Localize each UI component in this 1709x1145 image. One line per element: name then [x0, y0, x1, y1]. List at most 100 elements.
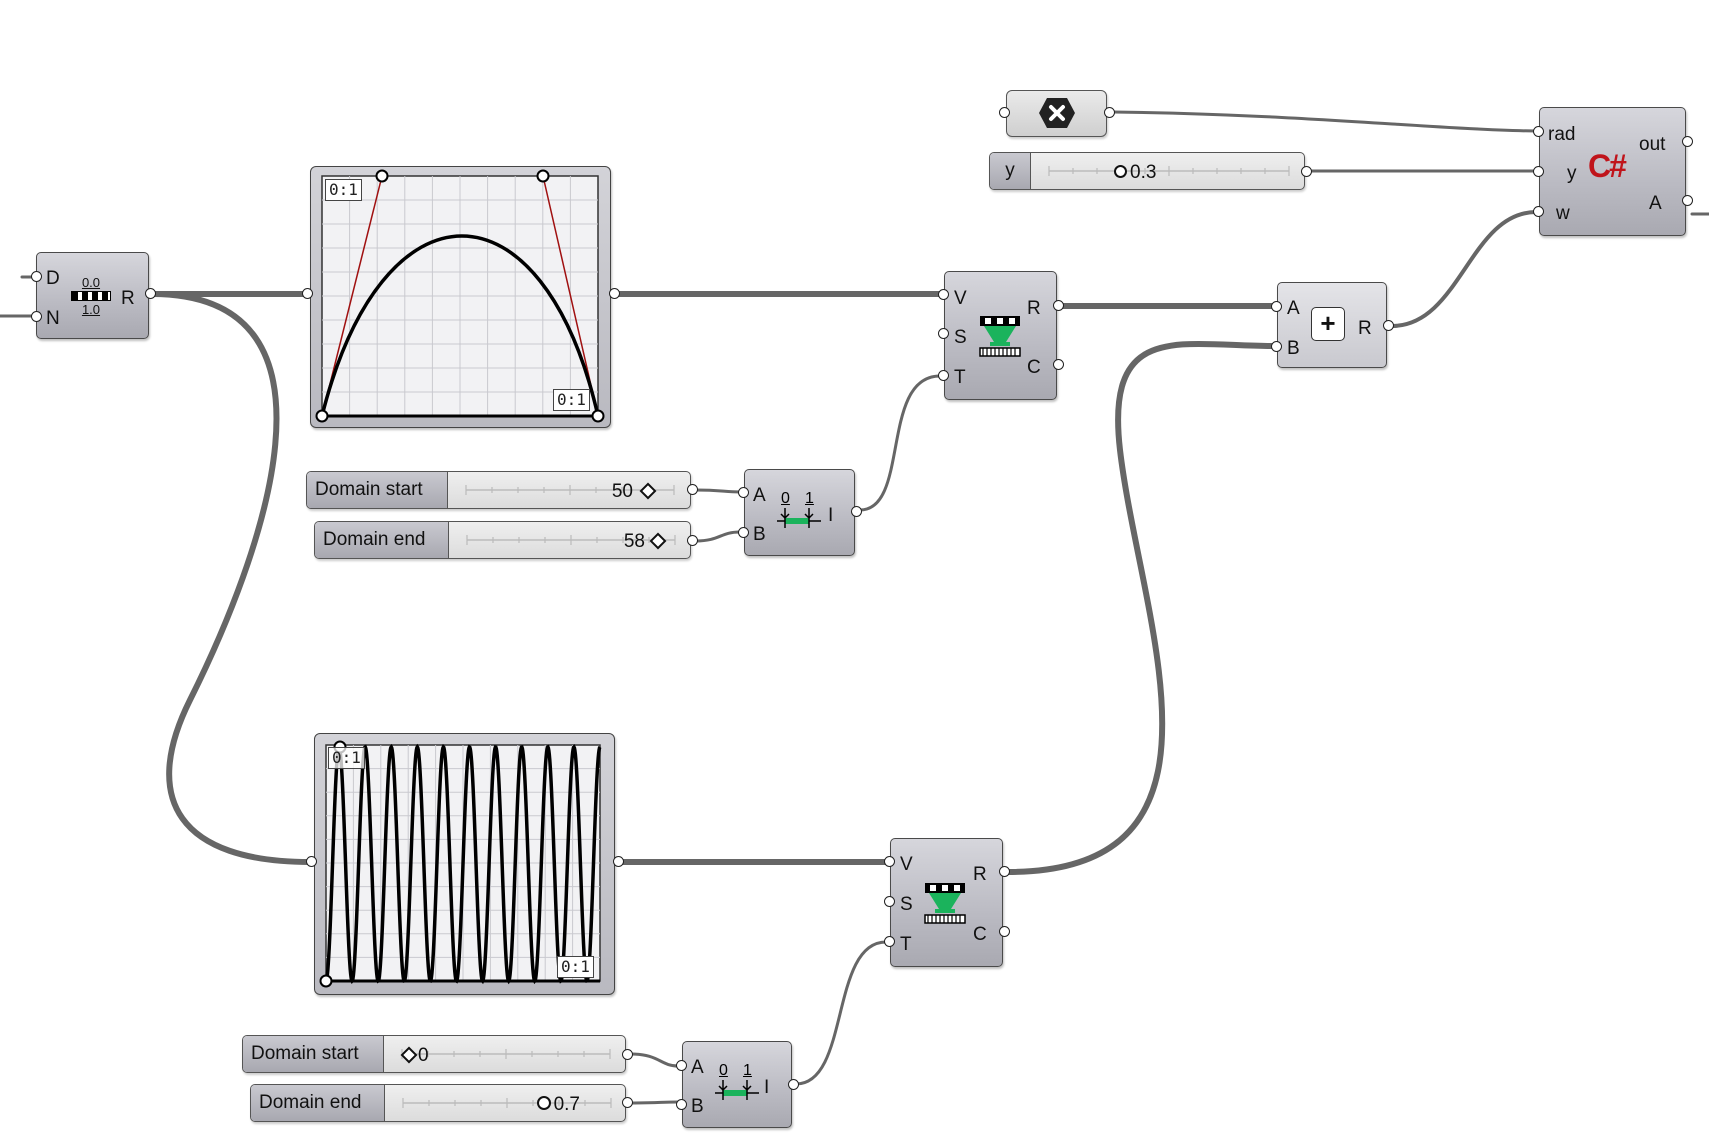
grip-graph2-in[interactable] [306, 856, 317, 867]
domain-end-slider-1[interactable]: Domain end 58 [314, 521, 691, 559]
wire [694, 488, 742, 494]
grip-eval1-v[interactable] [938, 289, 949, 300]
domain-start-slider-2[interactable]: Domain start 0 [242, 1035, 626, 1073]
slider-name: Domain start [243, 1036, 384, 1072]
slider-track[interactable] [1031, 153, 1305, 190]
slider-handle-circle-icon[interactable] [537, 1096, 551, 1110]
grip-eval2-c[interactable] [999, 926, 1010, 937]
grip-eval2-s[interactable] [884, 896, 895, 907]
addition-input-b: B [1287, 338, 1300, 359]
grip-remap-r[interactable] [145, 288, 156, 299]
construct-domain-icon: 0 1 [713, 1062, 761, 1102]
eval1-output-r: R [1027, 298, 1041, 319]
grip-toggle-out[interactable] [1104, 107, 1115, 118]
remap-icon-bar [71, 291, 111, 301]
grip-graph1-in[interactable] [302, 288, 313, 299]
y-slider[interactable]: y 0.3 [989, 152, 1305, 190]
slider-handle-circle-icon[interactable] [1114, 165, 1127, 178]
slider-value: 50 [611, 481, 633, 502]
output-r-label: R [121, 288, 135, 309]
evaluate-graph-icon [979, 316, 1021, 357]
grip-slider-start1[interactable] [687, 484, 698, 495]
grip-remap-n[interactable] [31, 311, 42, 322]
eval2-input-t: T [900, 934, 912, 955]
evaluate-component-1[interactable]: V S T R C [944, 271, 1057, 400]
boolean-toggle[interactable] [1006, 90, 1107, 137]
grip-eval2-t[interactable] [884, 936, 895, 947]
grip-construct2-a[interactable] [676, 1060, 687, 1071]
slider-name: Domain end [315, 522, 449, 558]
grip-csharp-y[interactable] [1533, 166, 1544, 177]
wire [149, 291, 313, 865]
grip-csharp-w[interactable] [1533, 206, 1544, 217]
construct-domain-component-1[interactable]: A B I 0 1 [744, 469, 855, 556]
grip-construct1-i[interactable] [851, 506, 862, 517]
remap-icon-top: 0.0 [81, 275, 101, 290]
graph-mapper-sine[interactable]: 0:1 0:1 [314, 733, 615, 995]
construct1-input-b: B [753, 524, 766, 545]
eval2-input-v: V [900, 854, 913, 875]
remap-icon: 0.0 1.0 [69, 275, 113, 317]
graph-mapper-bezier[interactable]: 0:1 0:1 [310, 166, 611, 428]
grip-addition-r[interactable] [1383, 320, 1394, 331]
grip-addition-b[interactable] [1271, 341, 1282, 352]
wire [794, 940, 888, 1086]
wire [628, 1052, 680, 1068]
slider-name: y [990, 153, 1031, 189]
evaluate-component-2[interactable]: V S T R C [890, 838, 1003, 967]
eval1-input-t: T [954, 367, 966, 388]
grip-csharp-rad[interactable] [1533, 126, 1544, 137]
graph2-tag-bottom: 0:1 [557, 956, 594, 978]
domain-start-slider-1[interactable]: Domain start 50 [306, 471, 691, 509]
construct2-input-a: A [691, 1057, 704, 1078]
grip-csharp-a[interactable] [1682, 195, 1693, 206]
grip-construct1-b[interactable] [738, 527, 749, 538]
grip-slider-y[interactable] [1301, 166, 1312, 177]
grip-graph2-out[interactable] [613, 856, 624, 867]
slider-value: 0.3 [1130, 162, 1157, 183]
grip-construct2-b[interactable] [676, 1099, 687, 1110]
wire [628, 1100, 680, 1105]
grip-slider-end1[interactable] [687, 535, 698, 546]
grip-remap-d[interactable] [31, 271, 42, 282]
grip-construct1-a[interactable] [738, 487, 749, 498]
eval2-output-r: R [973, 864, 987, 885]
csharp-script-component[interactable]: rad y w out A C# [1539, 107, 1686, 236]
construct2-output-i: I [764, 1077, 770, 1098]
grip-eval1-r[interactable] [1053, 300, 1064, 311]
evaluate-graph-icon [924, 883, 966, 924]
eval2-input-s: S [900, 894, 913, 915]
domain-end-slider-2[interactable]: Domain end 0.7 [250, 1084, 626, 1122]
grip-toggle-in[interactable] [999, 107, 1010, 118]
addition-component[interactable]: A B R + [1277, 282, 1387, 368]
grip-eval1-s[interactable] [938, 328, 949, 339]
input-d-label: D [46, 268, 60, 289]
graph1-tag-bottom: 0:1 [553, 389, 590, 411]
grip-graph1-out[interactable] [609, 288, 620, 299]
csharp-input-w: w [1556, 203, 1570, 224]
construct-domain-component-2[interactable]: A B I 0 1 [682, 1041, 792, 1128]
remap-numbers-component[interactable]: D N R 0.0 1.0 [36, 252, 149, 339]
slider-name: Domain end [251, 1085, 385, 1121]
csharp-output-out: out [1639, 134, 1666, 155]
grip-slider-start2[interactable] [622, 1049, 633, 1060]
slider-name: Domain start [307, 472, 448, 508]
grip-eval1-t[interactable] [938, 370, 949, 381]
construct1-input-a: A [753, 485, 766, 506]
grip-eval1-c[interactable] [1053, 359, 1064, 370]
remap-icon-bottom: 1.0 [81, 302, 101, 317]
grip-eval2-r[interactable] [999, 866, 1010, 877]
grip-csharp-out[interactable] [1682, 136, 1693, 147]
eval2-output-c: C [973, 924, 987, 945]
slider-value: 58 [623, 531, 645, 552]
grip-eval2-v[interactable] [884, 856, 895, 867]
input-n-label: N [46, 308, 60, 329]
grip-addition-a[interactable] [1271, 301, 1282, 312]
grip-slider-end2[interactable] [622, 1097, 633, 1108]
close-icon [1039, 98, 1075, 128]
addition-output-r: R [1358, 318, 1372, 339]
graph1-tag-top: 0:1 [325, 179, 362, 201]
grip-construct2-i[interactable] [788, 1079, 799, 1090]
construct-domain-icon: 0 1 [775, 490, 823, 530]
wire [1390, 210, 1538, 328]
